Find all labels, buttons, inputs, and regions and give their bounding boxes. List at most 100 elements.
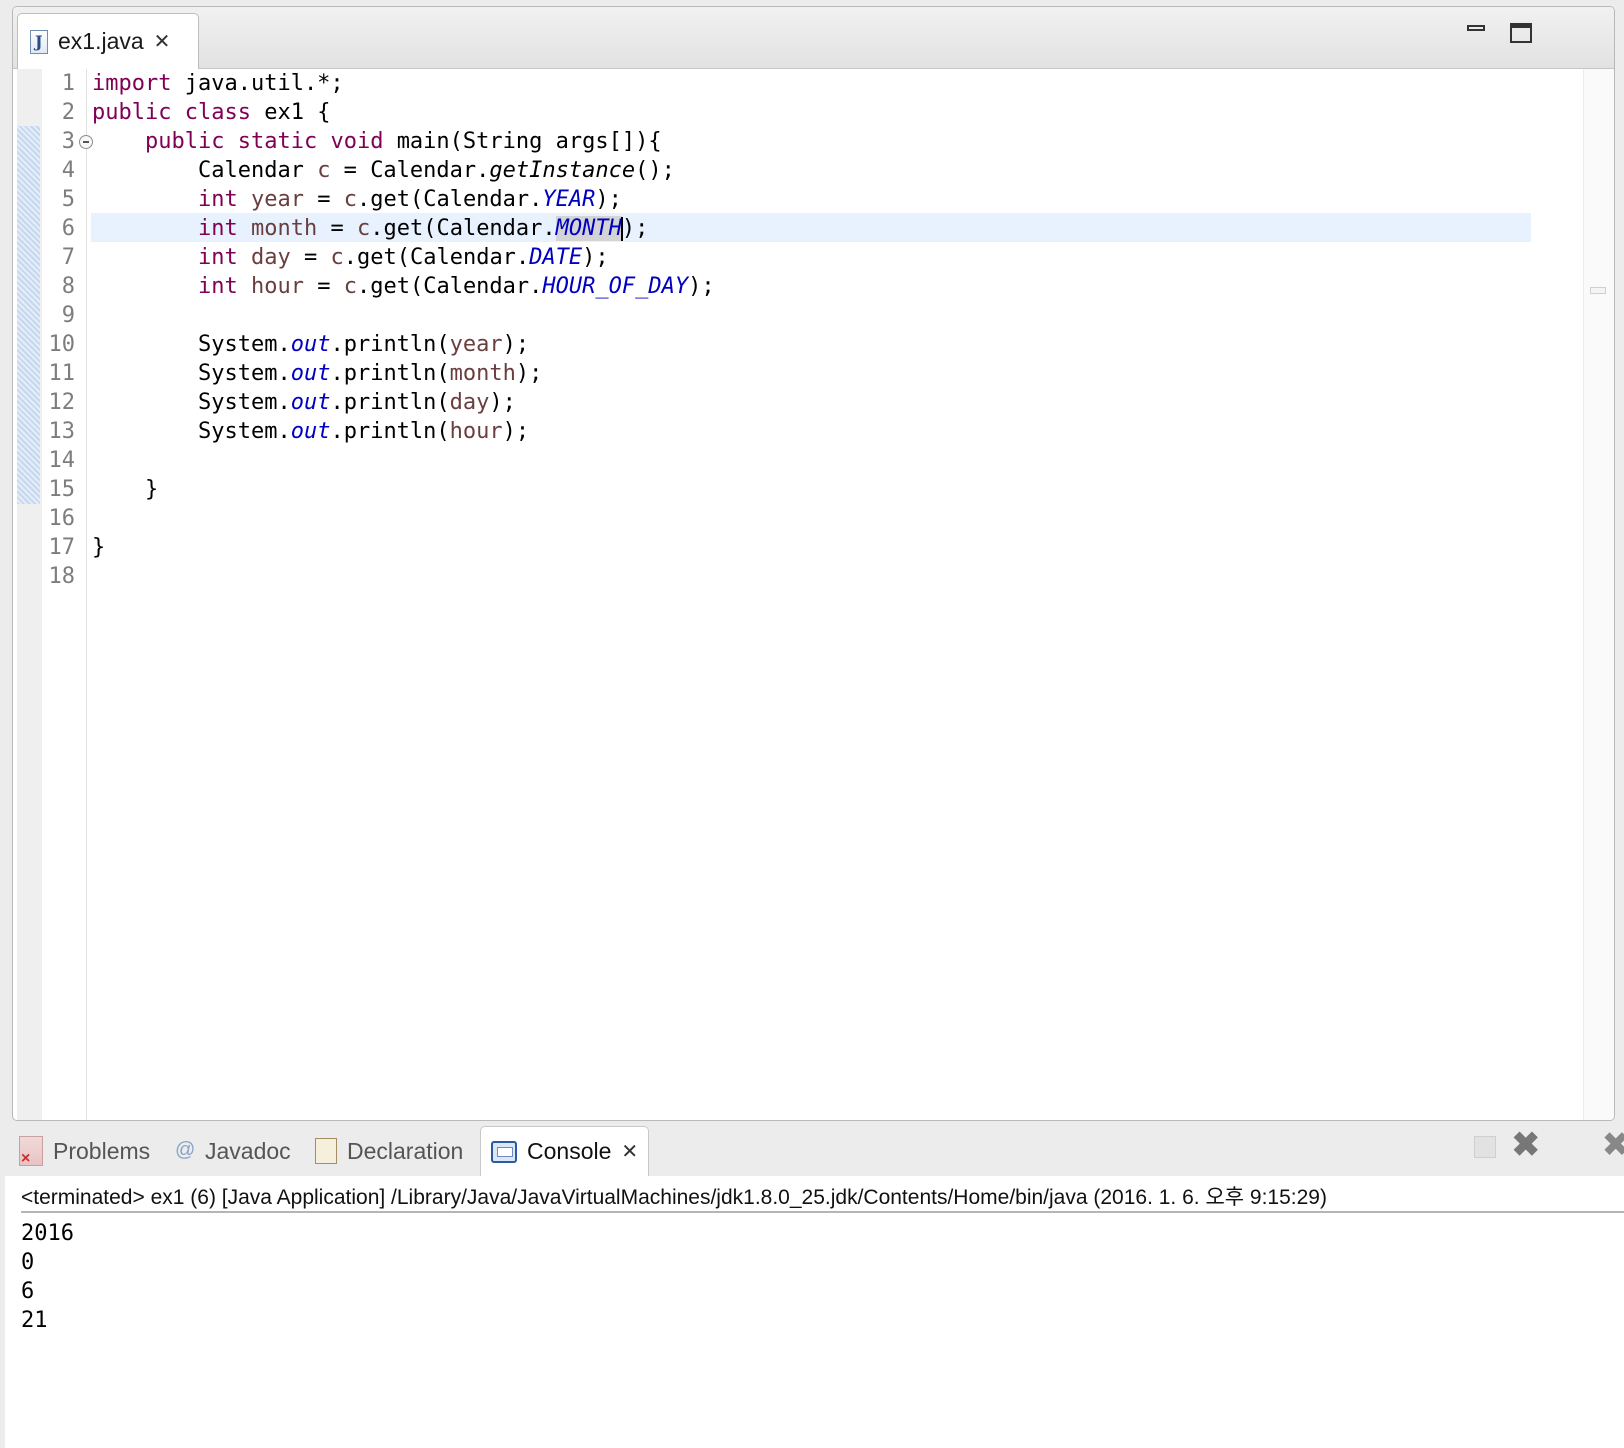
method-get: get [370,274,410,299]
line-number: 4 [61,158,75,183]
line-number: 13 [48,419,76,444]
declaration-icon [315,1138,337,1164]
keyword-int: int [197,274,238,299]
code-line-14[interactable] [92,446,1584,475]
method-get: get [356,245,397,270]
code-editor[interactable]: import java.util.*; public class ex1 { p… [92,69,1584,591]
code-line-8[interactable]: int hour = c.get(Calendar.HOUR_OF_DAY); [92,272,1584,301]
problems-icon [19,1136,43,1168]
tab-label: Javadoc [205,1137,291,1164]
console-line: 21 [21,1308,48,1333]
variable-month: month [449,361,516,386]
close-icon[interactable]: ✕ [154,32,171,52]
terminate-button[interactable] [1474,1136,1496,1158]
variable-c: c [330,245,344,270]
tab-javadoc[interactable]: @ Javadoc [175,1126,291,1176]
code-line-4[interactable]: Calendar c = Calendar.getInstance(); [92,156,1584,185]
variable-day: day [250,245,291,270]
line-number: 6 [61,216,75,241]
method-println: println [343,332,437,357]
tab-label: Declaration [347,1137,464,1164]
editor-tab-ex1[interactable]: J ex1.java ✕ [17,13,199,69]
code-line-5[interactable]: int year = c.get(Calendar.YEAR); [92,185,1584,214]
type-calendar: Calendar [423,274,530,299]
code-line-10[interactable]: System.out.println(year); [92,330,1584,359]
at-sign-icon: @ [175,1139,196,1161]
method-get: get [370,187,410,212]
code-line-12[interactable]: System.out.println(day); [92,388,1584,417]
code-line-7[interactable]: int day = c.get(Calendar.DATE); [92,243,1584,272]
tab-label: Problems [53,1137,151,1164]
code-line-9[interactable] [92,301,1584,330]
collapse-fold-icon[interactable] [79,135,93,149]
keyword-public: public [144,129,225,154]
closing-brace: } [144,477,159,502]
console-output[interactable]: 2016 0 6 21 [21,1219,74,1335]
method-getinstance: getInstance [489,158,636,183]
console-line: 2016 [21,1221,74,1246]
variable-hour: hour [449,419,503,444]
code-line-1[interactable]: import java.util.*; [92,69,1584,98]
line-number: 5 [61,187,75,212]
field-year: YEAR [542,187,596,212]
line-number: 17 [48,535,76,560]
line-number: 7 [61,245,75,270]
tab-declaration[interactable]: Declaration [315,1126,463,1176]
field-month-occurrence: MONTH [555,216,622,241]
keyword-public: public [92,100,172,125]
keyword-int: int [197,216,238,241]
line-number: 8 [61,274,75,299]
field-out: out [290,390,331,415]
tab-label: Console [527,1138,612,1164]
code-line-2[interactable]: public class ex1 { [92,98,1584,127]
close-icon[interactable]: ✕ [621,1142,638,1162]
keyword-int: int [197,187,238,212]
maximize-button[interactable] [1510,23,1532,43]
line-number-fold: 3 [35,127,93,156]
console-icon [491,1140,517,1163]
code-line-17[interactable]: } [92,533,1584,562]
overview-marker[interactable] [1590,287,1606,294]
editor-tab-label: ex1.java [58,28,144,54]
code-line-3[interactable]: public static void main(String args[]){ [92,127,1584,156]
java-file-icon: J [30,29,48,54]
main-declaration: main(String args[]){ [396,129,662,154]
code-line-16[interactable] [92,504,1584,533]
overview-ruler[interactable] [1583,69,1614,1120]
code-line-6[interactable]: int month = c.get(Calendar.MONTH); [92,214,1584,243]
tab-console[interactable]: Console ✕ [480,1126,650,1176]
line-number: 9 [61,303,75,328]
line-number: 1 [61,71,75,96]
line-number: 16 [48,506,76,531]
variable-month: month [250,216,318,241]
line-number: 12 [48,390,76,415]
remove-launch-icon[interactable]: ✖ [1512,1128,1541,1162]
bottom-panel: Problems @ Javadoc Declaration Console ✕… [5,1126,1624,1448]
type-calendar: Calendar [197,158,304,183]
type-system: System [197,419,278,444]
keyword-int: int [197,245,238,270]
variable-year: year [250,187,304,212]
type-system: System [197,390,278,415]
line-number-ruler: 1 2 3 4 5 6 7 8 9 10 11 12 13 14 15 16 1… [35,69,93,591]
code-line-15[interactable]: } [92,475,1584,504]
code-line-11[interactable]: System.out.println(month); [92,359,1584,388]
keyword-void: void [330,129,384,154]
minimize-button[interactable] [1465,23,1489,41]
field-hour-of-day: HOUR_OF_DAY [542,274,689,299]
line-number: 14 [48,448,76,473]
code-line-18[interactable] [92,562,1584,591]
variable-hour: hour [250,274,304,299]
remove-all-launches-icon[interactable]: ✖ [1602,1128,1624,1162]
variable-day: day [449,390,490,415]
editor-tab-bar: J ex1.java ✕ [13,7,1614,69]
console-line: 6 [21,1279,35,1304]
code-line-13[interactable]: System.out.println(hour); [92,417,1584,446]
tab-problems[interactable]: Problems [19,1126,150,1176]
closing-brace: } [92,535,106,560]
editor-pane: J ex1.java ✕ 1 2 3 4 5 6 7 8 9 10 11 12 … [12,6,1615,1121]
type-calendar: Calendar [423,187,530,212]
variable-c: c [343,187,357,212]
console-line: 0 [21,1250,35,1275]
class-declaration: ex1 { [264,100,331,125]
